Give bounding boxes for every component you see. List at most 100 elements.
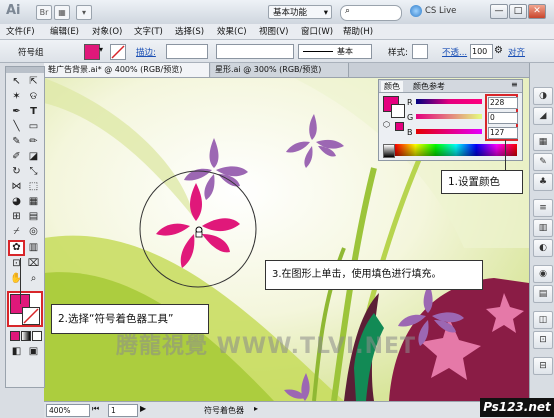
panel-grip[interactable]: [6, 67, 44, 73]
swatches-icon[interactable]: ▦: [533, 133, 553, 151]
artboards-icon[interactable]: ⊡: [533, 331, 553, 349]
opacity-label[interactable]: 不透...: [442, 46, 467, 58]
selection-tool-icon[interactable]: ↖: [9, 75, 24, 89]
close-button[interactable]: ✕: [528, 4, 546, 19]
color-guide-icon[interactable]: ◢: [533, 107, 553, 125]
menu-file[interactable]: 文件(F): [6, 25, 35, 37]
align-panel-icon[interactable]: ⊟: [533, 357, 553, 375]
paintbrush-tool-icon[interactable]: ✎: [9, 135, 24, 149]
gradient-panel-icon[interactable]: ▥: [533, 219, 553, 237]
appearance-icon[interactable]: ◉: [533, 265, 553, 283]
transparency-icon[interactable]: ◐: [533, 239, 553, 257]
gradient-tool-icon[interactable]: ▤: [26, 210, 41, 224]
channel-b-field[interactable]: 127: [488, 127, 518, 139]
width-tool-icon[interactable]: ⋈: [9, 180, 24, 194]
recolor-icon[interactable]: ⚙: [494, 45, 503, 56]
artboard-tool-icon[interactable]: ⊡: [9, 257, 24, 271]
tab-color[interactable]: 颜色: [381, 81, 403, 92]
column-graph-tool-icon[interactable]: ▥: [26, 241, 41, 255]
eraser-tool-icon[interactable]: ◪: [26, 150, 41, 164]
screen-mode-icon[interactable]: ▣: [26, 345, 41, 359]
maximize-button[interactable]: □: [509, 4, 527, 19]
stroke-weight-field[interactable]: [166, 44, 208, 59]
minimize-button[interactable]: —: [490, 4, 508, 19]
cs-live-button[interactable]: CS Live: [425, 6, 456, 16]
variable-width-select[interactable]: [216, 44, 294, 59]
fill-swatch[interactable]: [84, 44, 100, 60]
zoom-field[interactable]: 400%: [46, 404, 90, 417]
magic-wand-tool-icon[interactable]: ✶: [9, 90, 24, 104]
color-mode-button[interactable]: [10, 331, 20, 341]
gradient-mode-button[interactable]: [21, 331, 31, 341]
tab-document-1[interactable]: 鞋广告背景.ai* @ 400% (RGB/预览): [44, 63, 210, 77]
rectangle-tool-icon[interactable]: ▭: [26, 120, 41, 134]
scale-tool-icon[interactable]: ⤡: [26, 165, 41, 179]
tab-color-guide[interactable]: 颜色参考: [413, 81, 445, 92]
panel-menu-icon[interactable]: ≡: [511, 80, 518, 89]
blob-brush-tool-icon[interactable]: ✐: [9, 150, 24, 164]
stroke-label[interactable]: 描边:: [136, 46, 156, 58]
color-panel-icon[interactable]: ◑: [533, 87, 553, 105]
stroke-swatch[interactable]: [110, 44, 126, 60]
blend-tool-icon[interactable]: ◎: [26, 225, 41, 239]
channel-b-slider[interactable]: [416, 129, 482, 134]
channel-g-field[interactable]: 0: [488, 112, 518, 124]
symbols-icon[interactable]: ♣: [533, 173, 553, 191]
rotate-tool-icon[interactable]: ↻: [9, 165, 24, 179]
menu-type[interactable]: 文字(T): [134, 25, 163, 37]
shape-builder-tool-icon[interactable]: ◕: [9, 195, 24, 209]
menu-object[interactable]: 对象(O): [92, 25, 122, 37]
draw-normal-icon[interactable]: ◧: [9, 345, 24, 359]
menu-edit[interactable]: 编辑(E): [50, 25, 79, 37]
pen-tool-icon[interactable]: ✒: [9, 105, 24, 119]
brush-select[interactable]: 基本: [298, 44, 372, 59]
graphic-styles-icon[interactable]: ▤: [533, 285, 553, 303]
pencil-tool-icon[interactable]: ✏: [26, 135, 41, 149]
stroke-panel-icon[interactable]: ≡: [533, 199, 553, 217]
hand-tool-icon[interactable]: ✋: [9, 272, 24, 286]
direct-selection-tool-icon[interactable]: ⇱: [26, 75, 41, 89]
slice-tool-icon[interactable]: ⌧: [26, 257, 41, 271]
next-page-icon[interactable]: ▶: [140, 404, 146, 413]
status-menu-icon[interactable]: ▸: [254, 404, 258, 413]
channel-r-field[interactable]: 228: [488, 97, 518, 109]
color-spectrum[interactable]: [395, 144, 517, 156]
menu-effect[interactable]: 效果(C): [217, 25, 247, 37]
current-stroke-swatch[interactable]: [391, 104, 405, 118]
search-input[interactable]: ⌕: [340, 5, 402, 21]
white-black-swatch[interactable]: [383, 144, 395, 158]
zoom-tool-icon[interactable]: ⌕: [26, 272, 41, 286]
type-tool-icon[interactable]: T: [26, 105, 41, 119]
layers-icon[interactable]: ◫: [533, 311, 553, 329]
menu-help[interactable]: 帮助(H): [343, 25, 373, 37]
bridge-icon[interactable]: Br: [36, 5, 52, 20]
align-label[interactable]: 对齐: [508, 46, 525, 58]
brush-label: 基本: [337, 47, 353, 56]
arrange-icon[interactable]: ▦: [54, 5, 70, 20]
opacity-field[interactable]: 100: [470, 44, 493, 59]
page-field[interactable]: 1: [108, 404, 138, 417]
first-page-icon[interactable]: ⏮: [92, 404, 99, 414]
menu-select[interactable]: 选择(S): [175, 25, 204, 37]
lasso-tool-icon[interactable]: ଡ: [26, 90, 41, 104]
channel-g-slider[interactable]: [416, 114, 482, 119]
menu-window[interactable]: 窗口(W): [301, 25, 333, 37]
perspective-grid-tool-icon[interactable]: ▦: [26, 195, 41, 209]
chevron-down-icon[interactable]: ▾: [99, 45, 103, 54]
tab-document-2[interactable]: 星形.ai @ 300% (RGB/预览): [211, 63, 349, 77]
workspace-switcher[interactable]: 基本功能 ▾: [268, 5, 332, 19]
view-options-icon[interactable]: ▾: [76, 5, 92, 20]
gamut-swatch[interactable]: [395, 122, 404, 131]
mesh-tool-icon[interactable]: ⊞: [9, 210, 24, 224]
free-transform-tool-icon[interactable]: ⬚: [26, 180, 41, 194]
none-mode-button[interactable]: [32, 331, 42, 341]
menu-view[interactable]: 视图(V): [259, 25, 288, 37]
channel-r-slider[interactable]: [416, 99, 482, 104]
symbol-stainer-tool-icon[interactable]: ✿: [8, 240, 25, 256]
stroke-color-swatch[interactable]: [22, 307, 40, 325]
line-tool-icon[interactable]: ╲: [9, 120, 24, 134]
eyedropper-tool-icon[interactable]: ⌿: [9, 225, 24, 239]
graphic-style-swatch[interactable]: [412, 44, 428, 59]
brushes-icon[interactable]: ✎: [533, 153, 553, 171]
out-of-gamut-icon[interactable]: ⬡: [383, 120, 390, 129]
